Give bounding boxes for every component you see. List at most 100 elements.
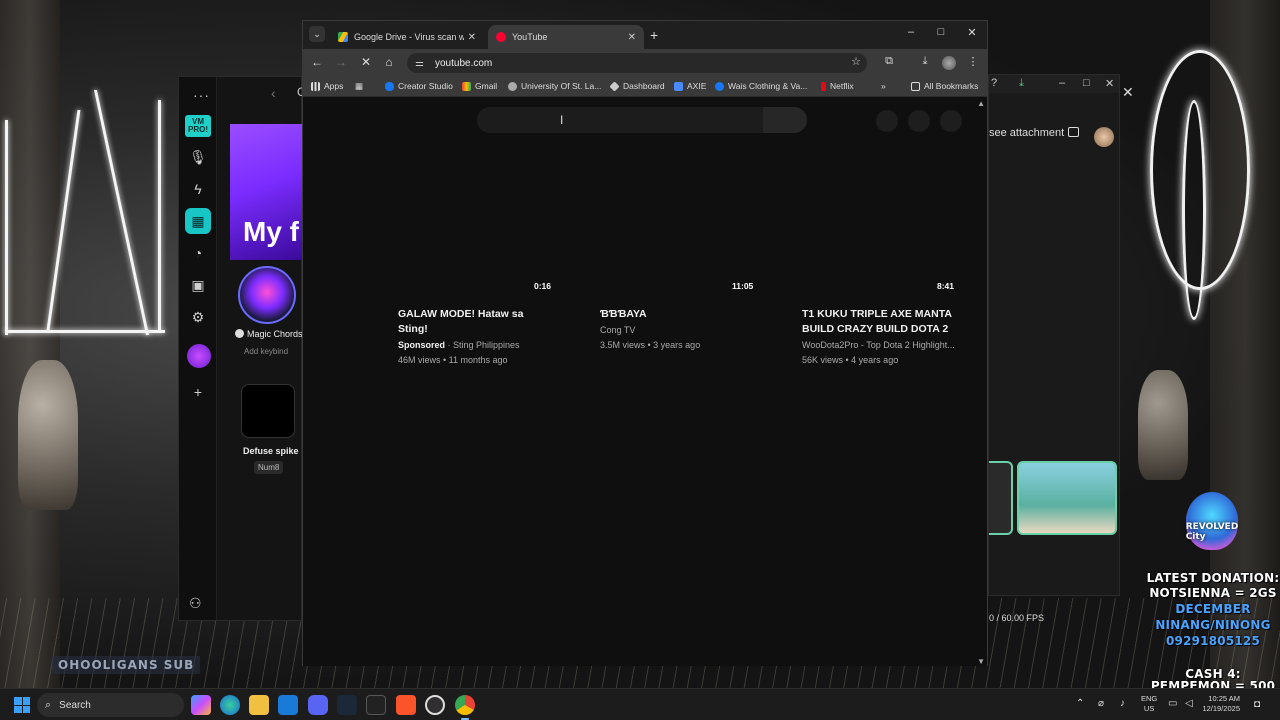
- chrome-window[interactable]: ⌄ Google Drive - Virus scan warni ✕ YouT…: [302, 20, 988, 666]
- sound-tile[interactable]: [241, 384, 295, 438]
- video-title[interactable]: T1 KUKU TRIPLE AXE MANTA: [802, 307, 972, 322]
- plus-icon[interactable]: +: [185, 379, 211, 405]
- volume-icon[interactable]: ◁: [1185, 698, 1193, 709]
- tray-overflow-icon[interactable]: ⌃: [1076, 698, 1084, 709]
- globe-icon: [508, 81, 517, 91]
- bookmark-apps[interactable]: Apps: [311, 81, 343, 91]
- channel-name[interactable]: Cong TV: [600, 323, 770, 337]
- settings-icon[interactable]: ⚙: [185, 304, 211, 330]
- close-icon[interactable]: ✕: [628, 32, 636, 43]
- bookmark-axie[interactable]: AXIE: [674, 81, 706, 91]
- bookmark-netflix[interactable]: Netflix: [821, 81, 854, 91]
- brave-icon[interactable]: [396, 695, 416, 715]
- channel-name[interactable]: WooDota2Pro - Top Dota 2 Highlight...: [802, 338, 972, 352]
- site-info-icon[interactable]: ⚌: [415, 58, 427, 69]
- all-bookmarks[interactable]: All Bookmarks: [911, 81, 978, 91]
- bookmark-dashboard[interactable]: Dashboard: [609, 80, 665, 92]
- outlook-icon[interactable]: [278, 695, 298, 715]
- microphone-icon[interactable]: ♪: [1120, 698, 1125, 709]
- terminal-icon[interactable]: [366, 695, 386, 715]
- voicemod-window[interactable]: ··· VM PRO! 🎙 ϟ ▦ ◔ ▣ ⚙ + ⚇ ‹ C My f Mag…: [178, 76, 306, 621]
- background-window-right[interactable]: ? ⤓ – □ ✕ see attachment 0 / 60.00 FPS: [988, 74, 1120, 623]
- windows-start-icon[interactable]: [14, 697, 30, 713]
- close-icon[interactable]: ✕: [1105, 77, 1114, 90]
- video-card[interactable]: GALAW MODE! Hataw sa Sting! Sponsored · …: [398, 307, 568, 367]
- steam-icon[interactable]: [337, 695, 357, 715]
- new-tab-button[interactable]: +: [650, 27, 658, 43]
- bookmark-gmail[interactable]: Gmail: [462, 81, 497, 91]
- video-title[interactable]: BUILD CRAZY BUILD DOTA 2: [802, 322, 972, 337]
- video-title[interactable]: GALAW MODE! Hataw sa: [398, 307, 568, 322]
- menu-kebab-icon[interactable]: ⋮: [965, 55, 981, 68]
- account-avatar[interactable]: [940, 110, 962, 132]
- wifi-off-icon[interactable]: ⌀: [1098, 698, 1104, 709]
- obs-icon[interactable]: [425, 695, 445, 715]
- stop-loading-icon[interactable]: ✕: [358, 55, 374, 69]
- forward-icon[interactable]: →: [333, 55, 349, 69]
- channel-name[interactable]: Sting Philippines: [453, 340, 520, 350]
- scroll-down-arrow[interactable]: ▼: [977, 657, 985, 666]
- close-icon[interactable]: ✕: [1122, 84, 1134, 101]
- edge-icon[interactable]: [220, 695, 240, 715]
- display-icon[interactable]: ▭: [1168, 698, 1177, 709]
- close-icon[interactable]: ✕: [962, 26, 982, 39]
- download-icon[interactable]: ⤓: [1019, 77, 1024, 90]
- tab-youtube[interactable]: YouTube ✕: [488, 25, 644, 49]
- clock[interactable]: 10:25 AM 12/19/2025: [1198, 694, 1240, 714]
- voicelab-icon[interactable]: ◔: [185, 240, 211, 266]
- bookmark-wais-clothing[interactable]: Wais Clothing & Va...: [715, 81, 807, 91]
- bookmarks-overflow[interactable]: »: [881, 81, 886, 91]
- lightning-icon[interactable]: ϟ: [185, 176, 211, 202]
- sound-keybind-badge[interactable]: Num8: [254, 461, 284, 474]
- create-icon[interactable]: [876, 110, 898, 132]
- home-icon[interactable]: ⌂: [381, 55, 397, 69]
- reading-list-icon[interactable]: ▦: [355, 81, 363, 92]
- bookmark-star-icon[interactable]: ☆: [848, 55, 864, 68]
- help-icon[interactable]: ?: [991, 77, 997, 89]
- chrome-icon[interactable]: [455, 695, 475, 720]
- back-icon[interactable]: ←: [309, 55, 325, 69]
- maximize-icon[interactable]: □: [931, 26, 951, 38]
- discord-icon[interactable]: [308, 695, 328, 715]
- ellipsis-icon[interactable]: ···: [193, 87, 210, 103]
- chevron-left-icon[interactable]: ‹: [271, 85, 276, 101]
- video-title[interactable]: ƁƁƁAYA: [600, 307, 770, 322]
- tab-search-icon[interactable]: ⌄: [309, 26, 325, 42]
- voice-avatar[interactable]: [238, 266, 296, 324]
- search-button[interactable]: [763, 107, 807, 133]
- taskbar-search[interactable]: ⌕ Search: [37, 693, 184, 717]
- minimize-icon[interactable]: –: [1059, 77, 1065, 89]
- language-indicator[interactable]: ENG US: [1141, 694, 1157, 714]
- notification-bell-icon[interactable]: ◘: [1254, 699, 1260, 710]
- gift-icon[interactable]: ▣: [185, 272, 211, 298]
- close-icon[interactable]: ✕: [468, 32, 476, 43]
- avatar[interactable]: [1094, 127, 1114, 147]
- download-icon[interactable]: ⤓: [917, 55, 933, 68]
- user-icon[interactable]: ⚇: [189, 595, 202, 612]
- thumbnail-partial[interactable]: [989, 461, 1013, 535]
- notifications-icon[interactable]: [908, 110, 930, 132]
- video-channel[interactable]: Sponsored · Sting Philippines: [398, 338, 568, 352]
- attachment-label[interactable]: see attachment: [989, 127, 1080, 139]
- search-input[interactable]: [477, 107, 763, 133]
- bookmark-creator-studio[interactable]: Creator Studio: [385, 81, 453, 91]
- minimize-icon[interactable]: –: [901, 26, 921, 38]
- scroll-up-arrow[interactable]: ▲: [977, 99, 985, 108]
- add-keybind-link[interactable]: Add keybind: [244, 347, 288, 356]
- soundboard-icon[interactable]: ▦: [185, 208, 211, 234]
- avatar[interactable]: [187, 344, 211, 368]
- image-thumbnail[interactable]: [1017, 461, 1117, 535]
- meta-icon: [385, 81, 394, 91]
- file-explorer-icon[interactable]: [249, 695, 269, 715]
- microphone-icon[interactable]: 🎙: [185, 144, 211, 170]
- extensions-icon[interactable]: ⧉: [881, 55, 897, 68]
- video-card[interactable]: T1 KUKU TRIPLE AXE MANTA BUILD CRAZY BUI…: [802, 307, 972, 367]
- video-card[interactable]: ƁƁƁAYA Cong TV 3.5M views • 3 years ago: [600, 307, 770, 352]
- address-bar[interactable]: ⚌ youtube.com: [407, 53, 867, 73]
- maximize-icon[interactable]: □: [1083, 77, 1090, 89]
- copilot-icon[interactable]: [191, 695, 211, 715]
- tab-google-drive[interactable]: Google Drive - Virus scan warni ✕: [330, 25, 484, 49]
- bookmark-university[interactable]: University Of St. La...: [508, 81, 601, 91]
- profile-avatar[interactable]: [942, 56, 956, 70]
- video-title[interactable]: Sting!: [398, 322, 568, 337]
